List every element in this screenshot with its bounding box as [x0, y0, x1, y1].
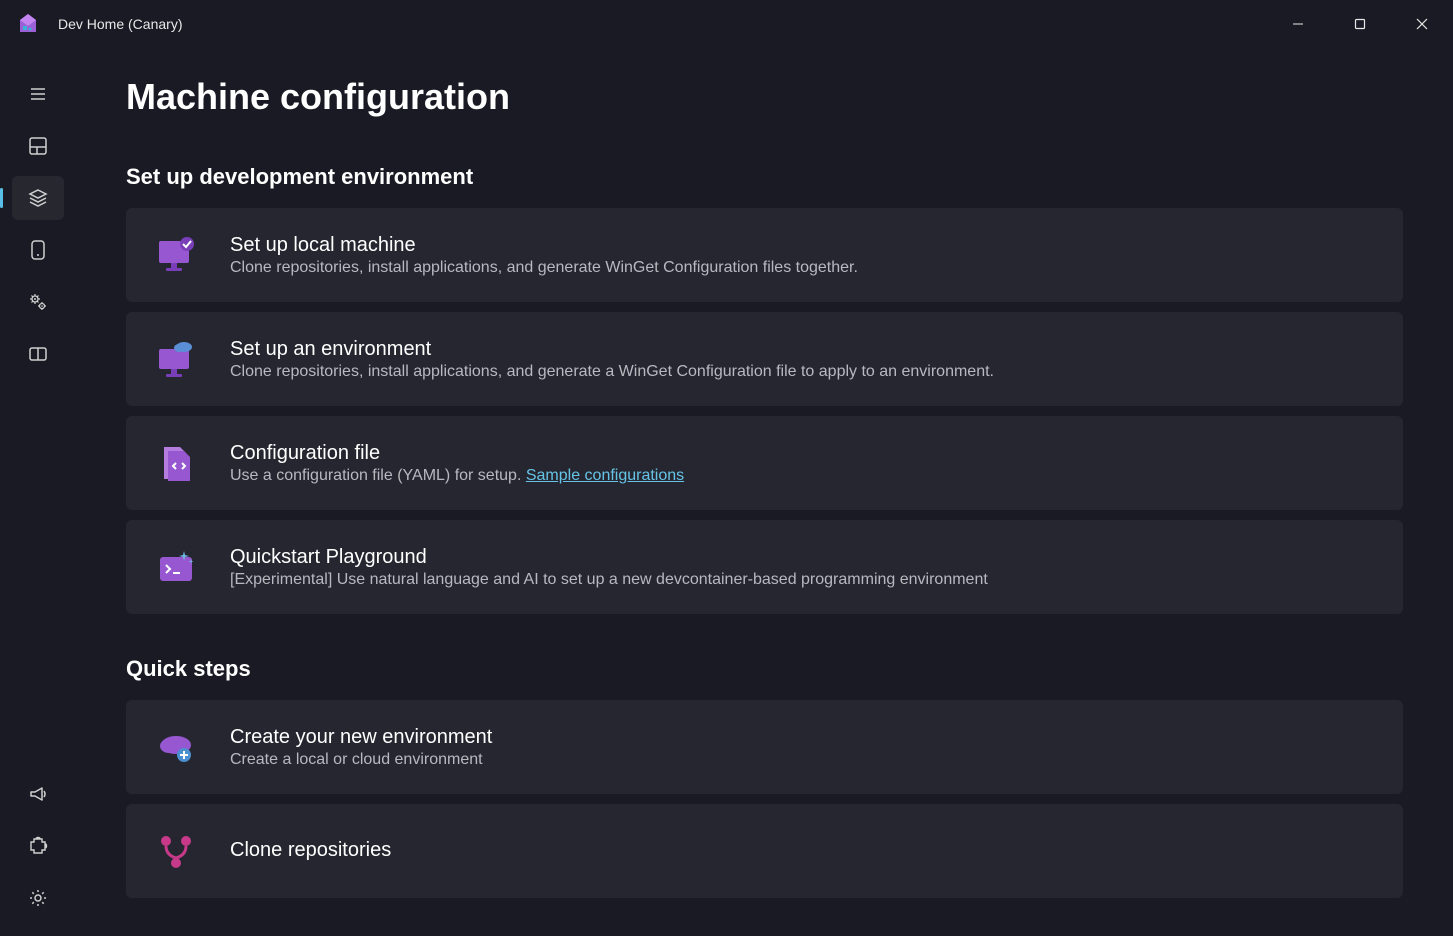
card-configuration-file[interactable]: Configuration file Use a configuration f… — [126, 416, 1403, 510]
sidebar-widgets[interactable] — [12, 332, 64, 376]
sidebar-top — [0, 72, 76, 376]
puzzle-icon — [28, 836, 48, 856]
card-clone-repositories[interactable]: Clone repositories — [126, 804, 1403, 898]
app-icon — [16, 12, 40, 36]
sidebar-dashboard[interactable] — [12, 124, 64, 168]
sidebar-feedback[interactable] — [12, 772, 64, 816]
card-desc: Clone repositories, install applications… — [230, 259, 858, 277]
card-title: Configuration file — [230, 442, 684, 465]
sidebar-extensions[interactable] — [12, 824, 64, 868]
card-desc: Use a configuration file (YAML) for setu… — [230, 467, 684, 485]
page-title: Machine configuration — [126, 76, 1403, 118]
minimize-icon — [1292, 18, 1304, 30]
section-header-quick: Quick steps — [126, 656, 1403, 682]
titlebar: Dev Home (Canary) — [0, 0, 1453, 48]
layers-icon — [28, 188, 48, 208]
window-controls — [1267, 2, 1453, 46]
card-desc-prefix: Use a configuration file (YAML) for setu… — [230, 467, 526, 484]
card-title: Quickstart Playground — [230, 546, 988, 569]
card-text: Create your new environment Create a loc… — [230, 726, 492, 769]
file-code-icon — [154, 441, 198, 485]
main-container: Machine configuration Set up development… — [0, 48, 1453, 936]
maximize-button[interactable] — [1329, 2, 1391, 46]
card-title: Clone repositories — [230, 839, 391, 862]
card-create-environment[interactable]: Create your new environment Create a loc… — [126, 700, 1403, 794]
branch-icon — [154, 829, 198, 873]
card-setup-local-machine[interactable]: Set up local machine Clone repositories,… — [126, 208, 1403, 302]
card-text: Set up an environment Clone repositories… — [230, 338, 994, 381]
card-title: Set up local machine — [230, 234, 858, 257]
card-desc: Clone repositories, install applications… — [230, 363, 994, 381]
sidebar-menu-toggle[interactable] — [12, 72, 64, 116]
sidebar-settings[interactable] — [12, 876, 64, 920]
card-text: Quickstart Playground [Experimental] Use… — [230, 546, 988, 589]
maximize-icon — [1354, 18, 1366, 30]
card-quickstart-playground[interactable]: Quickstart Playground [Experimental] Use… — [126, 520, 1403, 614]
close-icon — [1416, 18, 1428, 30]
card-text: Clone repositories — [230, 839, 391, 864]
monitor-check-icon — [154, 233, 198, 277]
megaphone-icon — [28, 784, 48, 804]
sidebar-bottom — [0, 772, 76, 920]
card-setup-environment[interactable]: Set up an environment Clone repositories… — [126, 312, 1403, 406]
card-desc: Create a local or cloud environment — [230, 751, 492, 769]
content-area: Machine configuration Set up development… — [76, 48, 1453, 936]
close-button[interactable] — [1391, 2, 1453, 46]
sample-configurations-link[interactable]: Sample configurations — [526, 467, 684, 484]
cloud-plus-icon — [154, 725, 198, 769]
gears-icon — [28, 292, 48, 312]
sidebar-machine-config[interactable] — [12, 176, 64, 220]
app-title: Dev Home (Canary) — [58, 16, 182, 32]
quick-cards: Create your new environment Create a loc… — [126, 700, 1403, 898]
terminal-sparkle-icon — [154, 545, 198, 589]
sidebar-utilities[interactable] — [12, 280, 64, 324]
sidebar-environments[interactable] — [12, 228, 64, 272]
widgets-icon — [28, 344, 48, 364]
card-text: Configuration file Use a configuration f… — [230, 442, 684, 485]
card-text: Set up local machine Clone repositories,… — [230, 234, 858, 277]
minimize-button[interactable] — [1267, 2, 1329, 46]
server-icon — [29, 239, 47, 261]
gear-icon — [28, 888, 48, 908]
monitor-cloud-icon — [154, 337, 198, 381]
card-desc: [Experimental] Use natural language and … — [230, 571, 988, 589]
section-header-setup: Set up development environment — [126, 164, 1403, 190]
sidebar — [0, 48, 76, 936]
card-title: Create your new environment — [230, 726, 492, 749]
card-title: Set up an environment — [230, 338, 994, 361]
setup-cards: Set up local machine Clone repositories,… — [126, 208, 1403, 614]
dashboard-icon — [28, 136, 48, 156]
titlebar-left: Dev Home (Canary) — [16, 12, 182, 36]
hamburger-icon — [29, 85, 47, 103]
